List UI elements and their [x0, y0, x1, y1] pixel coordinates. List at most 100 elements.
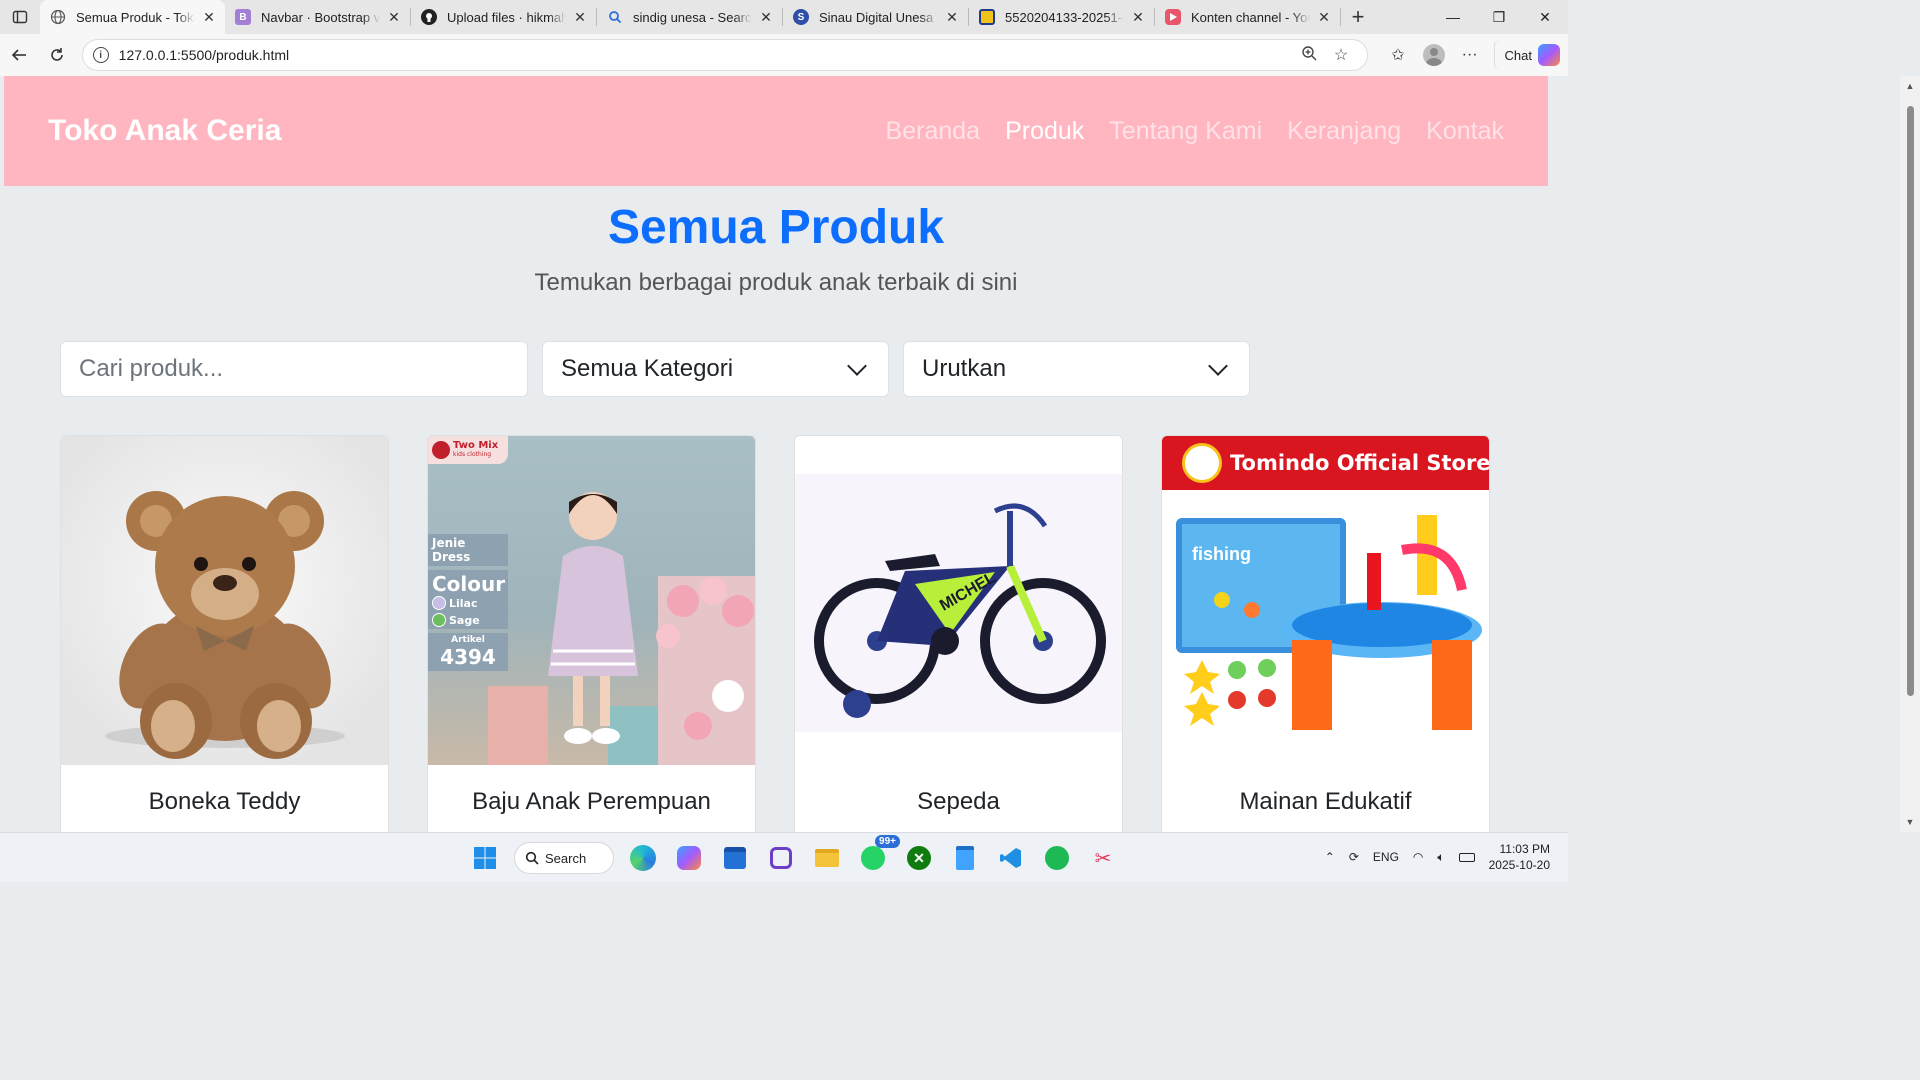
- language-indicator[interactable]: ENG: [1373, 850, 1399, 864]
- fishing-toy-image: Tomindo Official Store fishing: [1162, 436, 1489, 765]
- store-app[interactable]: [718, 841, 752, 875]
- nav-link-tentang-kami[interactable]: Tentang Kami: [1109, 117, 1262, 146]
- product-card[interactable]: Two Mix kids clothing Jenie Dress Colour…: [427, 435, 756, 832]
- copilot-chat-button[interactable]: Chat: [1493, 40, 1568, 70]
- proton-app[interactable]: [764, 841, 798, 875]
- close-window-button[interactable]: ✕: [1522, 0, 1568, 34]
- battery-icon[interactable]: [1458, 852, 1475, 862]
- product-card[interactable]: Boneka Teddy: [60, 435, 389, 832]
- file-explorer-app[interactable]: [810, 841, 844, 875]
- nav-links: Beranda Produk Tentang Kami Keranjang Ko…: [886, 117, 1504, 146]
- product-card[interactable]: Tomindo Official Store fishing Mainan Ed…: [1161, 435, 1490, 832]
- back-button[interactable]: [0, 46, 38, 64]
- close-tab-icon[interactable]: ✕: [201, 9, 217, 26]
- site-brand[interactable]: Toko Anak Ceria: [48, 114, 886, 148]
- copilot-icon: [1538, 44, 1560, 66]
- zoom-icon[interactable]: [1293, 45, 1325, 66]
- article-number: 4394: [440, 645, 496, 669]
- browser-tab-unesa[interactable]: 5520204133-20251-Pe ✕: [969, 0, 1154, 34]
- nav-link-kontak[interactable]: Kontak: [1426, 117, 1504, 146]
- scrollbar-thumb[interactable]: [1907, 106, 1914, 696]
- browser-tab-bootstrap[interactable]: B Navbar · Bootstrap v5.3 ✕: [225, 0, 410, 34]
- browser-tab-github[interactable]: Upload files · hikmalyu ✕: [411, 0, 596, 34]
- notepad-app[interactable]: [948, 841, 982, 875]
- more-dots-icon: ···: [1461, 46, 1478, 63]
- category-select[interactable]: Semua Kategori: [542, 341, 889, 397]
- close-tab-icon[interactable]: ✕: [1316, 9, 1332, 26]
- favorites-button[interactable]: ✩: [1380, 45, 1416, 65]
- tab-title: Sinau Digital Unesa SIDIA: [819, 9, 938, 25]
- unesa-icon: [979, 9, 995, 25]
- product-card[interactable]: MICHEL Sepeda: [794, 435, 1123, 832]
- whatsapp-app[interactable]: 99+: [856, 835, 900, 875]
- nav-link-beranda[interactable]: Beranda: [886, 117, 981, 146]
- colour-option-1: Lilac: [432, 596, 504, 610]
- chevron-down-icon: [847, 356, 867, 376]
- system-tray: ⌃ ⟳ ENG ◠ 🔈︎ 11:03 PM 2025-10-20: [1325, 841, 1550, 873]
- system-clock[interactable]: 11:03 PM 2025-10-20: [1489, 841, 1550, 873]
- sync-icon[interactable]: ⟳: [1349, 850, 1359, 864]
- page-viewport: Toko Anak Ceria Beranda Produk Tentang K…: [4, 76, 1548, 832]
- store-logo-icon: [1182, 443, 1222, 483]
- browser-tab-search[interactable]: sindig unesa - Search ✕: [597, 0, 782, 34]
- browser-tab-youtube[interactable]: Konten channel - YouTube ✕: [1155, 0, 1340, 34]
- teddy-bear-image: [61, 436, 388, 765]
- new-tab-button[interactable]: +: [1341, 0, 1375, 34]
- tab-actions-button[interactable]: [0, 0, 40, 34]
- refresh-button[interactable]: [38, 46, 76, 64]
- close-tab-icon[interactable]: ✕: [944, 9, 960, 26]
- browser-tab-sinau[interactable]: S Sinau Digital Unesa SIDIA ✕: [783, 0, 968, 34]
- restore-button[interactable]: ❐: [1476, 0, 1522, 34]
- favorite-star-icon[interactable]: ☆: [1325, 45, 1357, 65]
- edge-app[interactable]: [626, 841, 660, 875]
- close-tab-icon[interactable]: ✕: [758, 9, 774, 26]
- wifi-icon[interactable]: ◠: [1413, 850, 1423, 864]
- sort-select[interactable]: Urutkan: [903, 341, 1250, 397]
- nav-link-produk[interactable]: Produk: [1005, 117, 1084, 146]
- start-button[interactable]: [468, 841, 502, 875]
- url-text: 127.0.0.1:5500/produk.html: [118, 47, 290, 63]
- tab-title: Navbar · Bootstrap v5.3: [261, 9, 380, 25]
- browser-tab-strip: Semua Produk - Toko Anak Ceria ✕ B Navba…: [0, 0, 1568, 34]
- tab-sidebar-icon: [12, 10, 28, 24]
- tab-title: sindig unesa - Search: [633, 9, 752, 25]
- url-bar[interactable]: i 127.0.0.1:5500/produk.html ☆: [81, 39, 1368, 71]
- close-tab-icon[interactable]: ✕: [386, 9, 402, 26]
- page-scrollbar[interactable]: ▲ ▼: [1900, 76, 1920, 832]
- close-tab-icon[interactable]: ✕: [572, 9, 588, 26]
- profile-button[interactable]: [1416, 44, 1452, 66]
- volume-icon[interactable]: 🔈︎: [1437, 850, 1444, 865]
- article-label: Artikel: [451, 635, 485, 645]
- xbox-app[interactable]: ✕: [902, 841, 936, 875]
- minimize-button[interactable]: —: [1430, 0, 1476, 34]
- colour-name-2: Sage: [449, 613, 480, 627]
- vscode-app[interactable]: [994, 841, 1028, 875]
- spotify-app[interactable]: [1040, 841, 1074, 875]
- copilot-app[interactable]: [672, 841, 706, 875]
- xbox-icon: ✕: [907, 846, 931, 870]
- scissors-icon: ✂: [1094, 847, 1112, 870]
- tab-title: 5520204133-20251-Pe: [1005, 9, 1124, 25]
- close-tab-icon[interactable]: ✕: [1130, 9, 1146, 26]
- nav-link-keranjang[interactable]: Keranjang: [1287, 117, 1401, 146]
- site-info-icon[interactable]: i: [92, 47, 109, 63]
- toy-box-label: fishing: [1192, 544, 1251, 564]
- globe-icon: [50, 9, 66, 25]
- scroll-down-arrow-icon[interactable]: ▼: [1900, 812, 1920, 832]
- brand-logo-text: Two Mix kids clothing: [453, 441, 498, 459]
- taskbar-search[interactable]: Search: [514, 842, 614, 874]
- snipping-tool-app[interactable]: ✂: [1086, 841, 1120, 875]
- chevron-up-icon[interactable]: ⌃: [1325, 850, 1335, 864]
- more-menu-button[interactable]: ···: [1452, 46, 1488, 64]
- edge-icon: [630, 845, 656, 871]
- scroll-up-arrow-icon[interactable]: ▲: [1900, 76, 1920, 96]
- sort-select-value: Urutkan: [922, 355, 1007, 382]
- search-input[interactable]: Cari produk...: [60, 341, 528, 397]
- search-icon: [607, 9, 623, 25]
- clock-time: 11:03 PM: [1499, 842, 1550, 856]
- notification-badge: 99+: [875, 835, 900, 848]
- windows-logo-icon: [474, 847, 496, 869]
- tab-title: Upload files · hikmalyu: [447, 9, 566, 25]
- product-name: Sepeda: [917, 788, 1000, 815]
- browser-tab-produk[interactable]: Semua Produk - Toko Anak Ceria ✕: [40, 0, 225, 34]
